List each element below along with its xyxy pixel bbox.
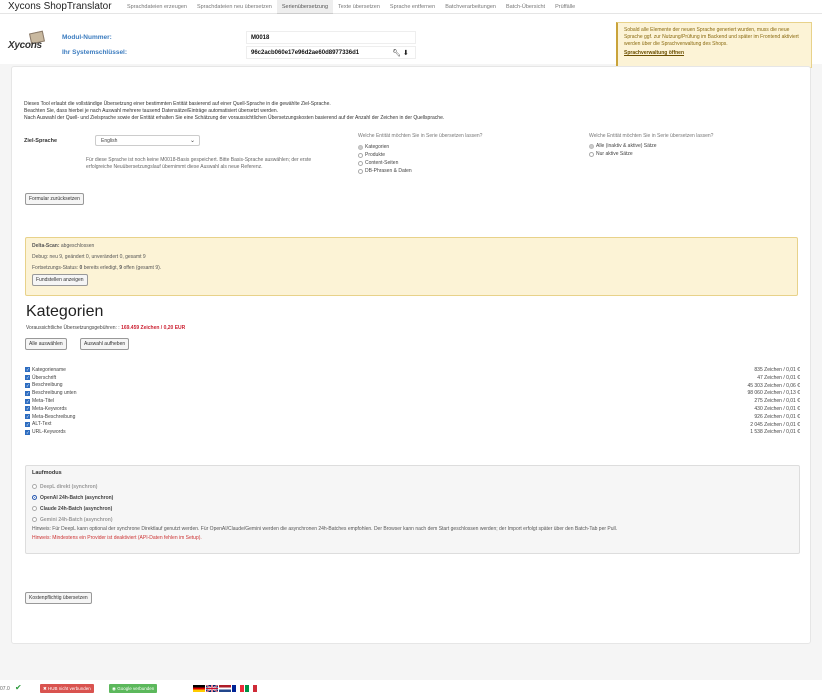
flag-nl-icon[interactable] [219,685,231,692]
checkbox[interactable]: ✓ [25,375,30,381]
delta-scan-panel: Delta-Scan: abgeschlossen Debug: neu 9, … [25,237,798,296]
key-actions: 🔧︎ ⬇︎ [392,49,409,57]
nav-batchverarbeitungen[interactable]: Batchverarbeitungen [440,0,501,14]
entity-option-kategorien[interactable]: Kategorien [358,144,389,150]
intro-text: Dieses Tool erlaubt die vollständige Übe… [24,101,724,121]
nav-sprache-entfernen[interactable]: Sprache entfernen [385,0,440,14]
selected-language: English [101,138,118,144]
checkbox[interactable]: ✓ [25,367,30,373]
chevron-down-icon: ⌄ [189,138,195,144]
checkbox[interactable]: ✓ [25,390,30,396]
checkbox[interactable]: ✓ [25,406,30,412]
ziel-sprache-hint: Für diese Sprache ist noch keine M0018-B… [86,157,312,170]
check-icon: ✔ [15,683,22,692]
flag-it-icon[interactable] [245,685,257,692]
field-row: ✓ Meta-Titel 275 Zeichen / 0,01 € [25,398,800,405]
intro-line: Dieses Tool erlaubt die vollständige Übe… [24,101,331,107]
deselect-all-button[interactable]: Auswahl aufheben [80,338,130,350]
nav-sprachdateien-erzeugen[interactable]: Sprachdateien erzeugen [122,0,192,14]
mode-deepl[interactable]: DeepL direkt (synchron) [32,481,793,492]
intro-line: Nach Auswahl der Quell- und Zielsprache … [24,114,445,121]
laufmodus-title: Laufmodus [32,470,62,476]
entity-question: Welche Entität möchten Sie in Serie über… [358,133,483,139]
entity-option-content[interactable]: Content-Seiten [358,160,398,166]
flag-fr-icon[interactable] [232,685,244,692]
delta-progress: Fortsetzungs-Status: 0 bereits erledigt,… [32,265,162,271]
system-key-label: Ihr Systemschlüssel: [62,49,128,56]
field-row: ✓ Überschrift 47 Zeichen / 0,01 € [25,374,800,381]
mode-claude[interactable]: Claude 24h-Batch (asynchron) [32,503,793,514]
checkbox[interactable]: ✓ [25,421,30,427]
download-icon[interactable]: ⬇︎ [403,50,409,57]
checkbox[interactable]: ✓ [25,429,30,435]
field-list: ✓ Kategoriename 835 Zeichen / 0,01 € ✓ Über… [25,366,800,436]
ziel-sprache-label: Ziel-Sprache [24,138,58,144]
hub-status-badge[interactable]: ✖ HUB nicht verbunden [40,684,94,693]
brand-title[interactable]: Xycons ShopTranslator [8,1,112,12]
version-text: 07.0 [0,686,10,692]
delta-status: Delta-Scan: abgeschlossen [32,243,95,249]
field-row: ✓ Meta-Beschreibung 926 Zeichen / 0,01 € [25,413,800,420]
flag-de-icon[interactable] [193,685,205,692]
system-key-value: 96c2acb060e17e96d2ae60d8977336d1 [246,46,416,59]
show-findings-button[interactable]: Fundstellen anzeigen [32,274,88,286]
main-card: Dieses Tool erlaubt die vollständige Übe… [11,66,811,644]
nav-serienuebersetzung[interactable]: Serienübersetzung [276,0,334,14]
laufmodus-note: Hinweis: Für DeepL kann optional der syn… [32,526,618,532]
xycons-logo: Xycons [8,30,54,58]
scope-question: Welche Entität möchten Sie in Serie über… [589,133,714,139]
module-number-value: M0018 [246,31,416,44]
main-nav: Sprachdateien erzeugen Sprachdateien neu… [122,0,580,14]
entity-option-db[interactable]: DB-Phrasen & Daten [358,168,412,174]
mode-openai[interactable]: OpenAI 24h-Batch (asynchron) [32,492,793,503]
nav-batch-uebersicht[interactable]: Batch-Übersicht [501,0,550,14]
section-title: Kategorien [26,303,104,320]
nav-sprachdateien-neu[interactable]: Sprachdateien neu übersetzen [192,0,277,14]
laufmodus-warning: Hinweis: Mindestens ein Provider ist dea… [32,535,202,541]
scope-option-active[interactable]: Nur aktive Sätze [589,151,633,157]
google-status-badge[interactable]: ◉ Google verbunden [109,684,158,693]
field-row: ✓ Kategoriename 835 Zeichen / 0,01 € [25,366,800,373]
field-row: ✓ Beschreibung unten 98 060 Zeichen / 0,13… [25,390,800,397]
field-row: ✓ Meta-Keywords 430 Zeichen / 0,01 € [25,405,800,412]
estimated-fees: Voraussichtliche Übersetzungsgebühren: :… [26,325,186,331]
top-navbar: Xycons ShopTranslator Sprachdateien erze… [0,0,822,14]
intro-line: Beachten Sie, dass hierbei je nach Auswa… [24,107,279,114]
submit-translate-button[interactable]: Kostenpflichtig übersetzen [25,592,92,604]
entity-option-produkte[interactable]: Produkte [358,152,385,158]
logo-text: Xycons [8,40,42,51]
nav-prueffaelle[interactable]: Prüffälle [550,0,580,14]
field-row: ✓ URL-Keywords 1 538 Zeichen / 0,01 € [25,429,800,436]
field-row: ✓ ALT-Text 2 045 Zeichen / 0,01 € [25,421,800,428]
checkbox[interactable]: ✓ [25,382,30,388]
scope-option-all[interactable]: Alle (inaktiv & aktive) Sätze [589,143,657,149]
ziel-sprache-select[interactable]: English ⌄ [95,135,200,146]
wrench-icon[interactable]: 🔧︎ [392,50,401,57]
footer-bar: 07.0 ✔ ✖ HUB nicht verbunden ◉ Google ve… [0,680,822,700]
delta-debug: Debug: neu 9, geändert 0, unverändert 0,… [32,254,146,260]
select-all-button[interactable]: Alle auswählen [25,338,67,350]
checkbox[interactable]: ✓ [25,414,30,420]
reset-form-button[interactable]: Formular zurücksetzen [25,193,84,205]
field-row: ✓ Beschreibung 45 303 Zeichen / 0,06 € [25,382,800,389]
notice-text: Sobald alle Elemente der neuen Sprache g… [624,27,799,47]
language-notice: Sobald alle Elemente der neuen Sprache g… [616,22,812,68]
sprachverwaltung-link[interactable]: Sprachverwaltung öffnen [624,50,805,57]
module-number-label: Modul-Nummer: [62,34,112,41]
mode-gemini[interactable]: Gemini 24h-Batch (asynchron) [32,514,793,525]
laufmodus-panel: Laufmodus DeepL direkt (synchron) OpenAI… [25,465,800,554]
flag-uk-icon[interactable] [205,684,219,693]
checkbox[interactable]: ✓ [25,398,30,404]
nav-texte-uebersetzen[interactable]: Texte übersetzen [333,0,385,14]
